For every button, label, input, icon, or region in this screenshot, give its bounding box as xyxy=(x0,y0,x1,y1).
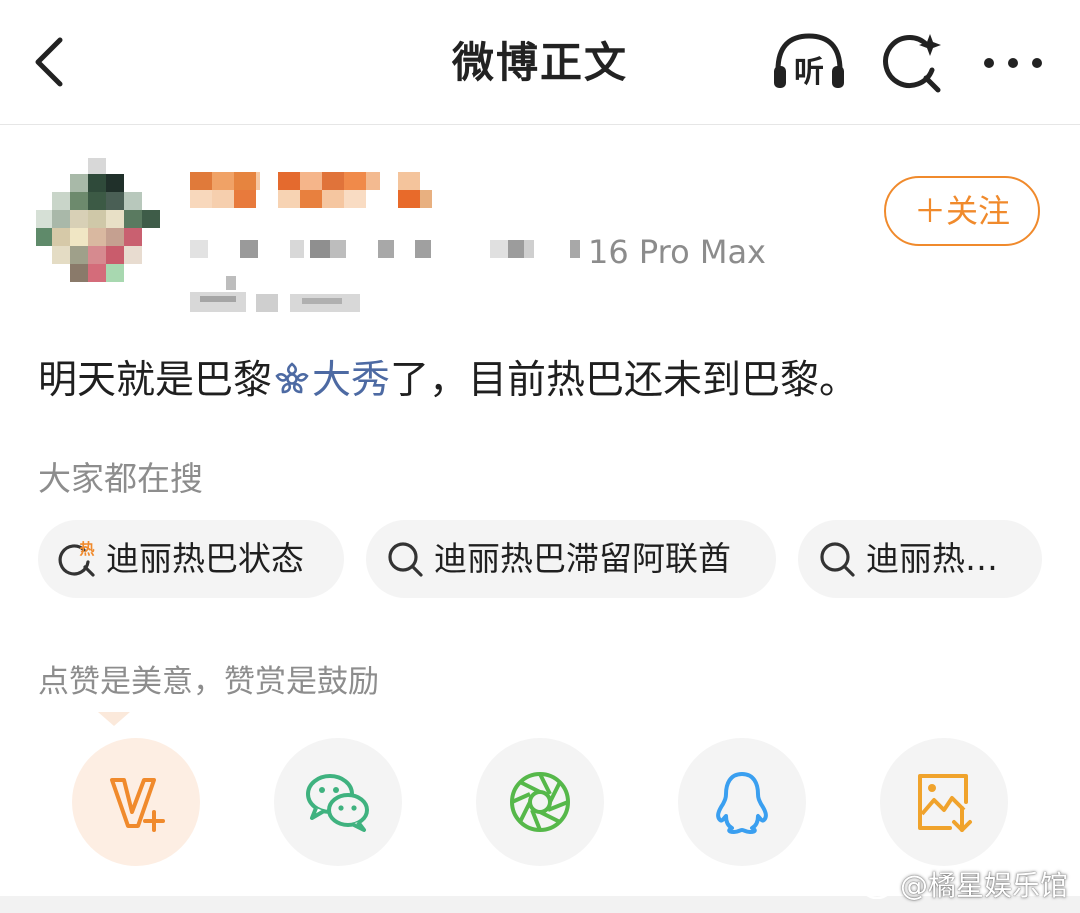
hot-search-chip[interactable]: 迪丽热巴滞留阿联酋 xyxy=(366,520,776,598)
post-device: 16 Pro Max xyxy=(588,233,766,271)
save-image-button[interactable] xyxy=(880,738,1008,866)
follow-button[interactable]: ＋关注 xyxy=(884,176,1040,246)
post-location-censored xyxy=(190,276,360,312)
qq-penguin-icon xyxy=(716,772,768,834)
post-meta-censored xyxy=(190,240,580,258)
hot-search-label: 大家都在搜 xyxy=(38,459,203,498)
watermark-text: @橘星娱乐馆 xyxy=(899,869,1068,902)
listen-headphone-icon[interactable]: 听 xyxy=(770,30,848,94)
hot-search-chip[interactable]: 热 迪丽热巴状态 xyxy=(38,520,344,598)
moments-aperture-icon xyxy=(510,772,570,832)
top-nav-bar: 微博正文 听 xyxy=(0,0,1080,125)
v-plus-icon xyxy=(110,778,165,832)
more-options-icon[interactable] xyxy=(978,30,1048,94)
share-qq-button[interactable] xyxy=(678,738,806,866)
share-wechat-button[interactable] xyxy=(274,738,402,866)
hot-badge: 热 xyxy=(79,540,94,558)
weibo-logo-icon xyxy=(862,873,896,899)
listen-icon-text: 听 xyxy=(794,55,824,90)
super-topic-flower-icon xyxy=(275,362,309,394)
topic-link[interactable]: 大秀 xyxy=(312,358,390,403)
hot-search-icon: 热 xyxy=(58,540,95,577)
hot-search-chip[interactable]: 迪丽热… xyxy=(798,520,1042,598)
post-content: 明天就是巴黎 大秀了，目前热巴还未到巴黎。 xyxy=(38,354,858,408)
watermark: @橘星娱乐馆 xyxy=(862,866,1068,906)
post-text-after: 了，目前热巴还未到巴黎。 xyxy=(390,358,859,403)
post-text-before: 明天就是巴黎 xyxy=(38,358,273,403)
avatar[interactable] xyxy=(36,158,160,282)
search-icon xyxy=(388,542,423,577)
search-sparkle-icon[interactable] xyxy=(880,30,944,94)
hot-search-chip-label: 迪丽热巴状态 xyxy=(106,539,304,578)
hot-search-chip-label: 迪丽热巴滞留阿联酋 xyxy=(434,539,731,578)
reward-label: 点赞是美意，赞赏是鼓励 xyxy=(38,664,379,700)
hot-search-chip-label: 迪丽热… xyxy=(866,539,998,578)
reward-v-plus-button[interactable] xyxy=(72,738,200,866)
username-censored[interactable] xyxy=(190,172,440,208)
wechat-icon xyxy=(306,774,369,832)
reward-tooltip-pointer xyxy=(98,712,130,726)
search-icon xyxy=(820,542,855,577)
share-moments-button[interactable] xyxy=(476,738,604,866)
save-image-icon xyxy=(918,774,972,832)
